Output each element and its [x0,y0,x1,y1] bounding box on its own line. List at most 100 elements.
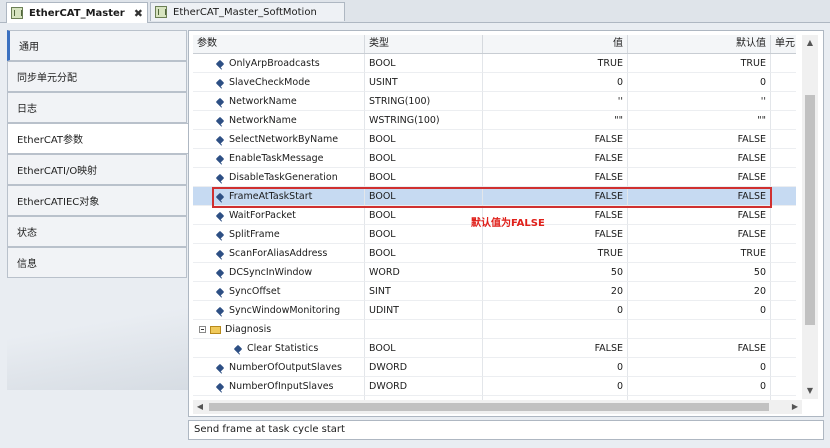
param-value[interactable]: "" [483,111,628,130]
sidebar-item-sync-unit[interactable]: 同步单元分配 [7,61,187,92]
parameter-pin-icon [215,173,225,182]
param-name: SplitFrame [229,229,280,240]
parameter-pin-icon [215,268,225,277]
table-row[interactable]: NumberOfInputSlaves DWORD 0 0 [193,377,796,396]
param-unit [771,358,796,377]
table-row[interactable]: DCSyncInWindow WORD 50 50 [193,263,796,282]
scroll-left-icon[interactable]: ◀ [193,400,207,414]
param-name: EnableTaskMessage [229,153,324,164]
scroll-right-icon[interactable]: ▶ [788,400,802,414]
table-row-group[interactable]: Diagnosis [193,320,796,339]
param-default: 20 [628,282,771,301]
table-row[interactable]: OnlyArpBroadcasts BOOL TRUE TRUE [193,54,796,73]
table-row[interactable]: SyncWindowMonitoring UDINT 0 0 [193,301,796,320]
param-name: SelectNetworkByName [229,134,339,145]
param-type: WSTRING(100) [365,111,483,130]
param-name: DisableTaskGeneration [229,172,338,183]
param-value[interactable]: 20 [483,282,628,301]
param-name: Clear Statistics [247,343,319,354]
param-unit [771,377,796,396]
param-name: WaitForPacket [229,210,296,221]
device-icon [155,6,167,18]
scroll-thumb[interactable] [209,403,769,411]
param-name: SlaveCheckMode [229,77,311,88]
table-row[interactable]: EnableTaskMessage BOOL FALSE FALSE [193,149,796,168]
param-default: FALSE [628,168,771,187]
param-value[interactable]: 0 [483,358,628,377]
scroll-thumb[interactable] [805,95,815,325]
param-type: BOOL [365,225,483,244]
param-name: NetworkName [229,96,297,107]
sidebar-item-info[interactable]: 信息 [7,247,187,278]
sidebar-item-status[interactable]: 状态 [7,216,187,247]
header-type[interactable]: 类型 [365,35,483,53]
table-row[interactable]: ScanForAliasAddress BOOL TRUE TRUE [193,244,796,263]
param-type: BOOL [365,339,483,358]
param-default: FALSE [628,206,771,225]
param-unit [771,54,796,73]
table-row[interactable]: Clear Statistics BOOL FALSE FALSE [193,339,796,358]
param-value[interactable]: TRUE [483,244,628,263]
sidebar-item-ethercat-params[interactable]: EtherCAT参数 [7,123,189,154]
sidebar-item-log[interactable]: 日志 [7,92,187,123]
param-default: FALSE [628,130,771,149]
param-value[interactable]: FALSE [483,130,628,149]
header-param[interactable]: 参数 [193,35,365,53]
param-value[interactable]: 0 [483,377,628,396]
param-name: ScanForAliasAddress [229,248,328,259]
table-row[interactable]: NetworkName WSTRING(100) "" "" [193,111,796,130]
param-value[interactable]: FALSE [483,149,628,168]
param-type: BOOL [365,149,483,168]
parameter-pin-icon [215,363,225,372]
sidebar-item-io-mapping[interactable]: EtherCATI/O映射 [7,154,187,185]
param-type: UDINT [365,301,483,320]
vertical-scrollbar[interactable]: ▲ ▼ [802,35,818,399]
grid-header: 参数 类型 值 默认值 单元 [193,35,796,54]
folder-icon [210,325,221,334]
parameter-pin-icon [215,154,225,163]
param-unit [771,301,796,320]
scroll-down-icon[interactable]: ▼ [802,383,818,399]
sidebar-item-general[interactable]: 通用 [7,30,187,61]
param-value[interactable]: '' [483,92,628,111]
param-value [483,320,628,339]
param-value[interactable]: TRUE [483,54,628,73]
horizontal-scrollbar[interactable]: ◀ ▶ [193,400,802,414]
param-default: 0 [628,358,771,377]
param-unit [771,130,796,149]
param-type [365,320,483,339]
param-default [628,320,771,339]
parameter-pin-icon [215,306,225,315]
param-name: OnlyArpBroadcasts [229,58,320,69]
param-value[interactable]: 0 [483,301,628,320]
table-row[interactable]: NumberOfOutputSlaves DWORD 0 0 [193,358,796,377]
sidebar-item-iec-objects[interactable]: EtherCATIEC对象 [7,185,187,216]
param-default: TRUE [628,244,771,263]
param-value[interactable]: FALSE [483,339,628,358]
parameter-pin-icon [215,211,225,220]
header-unit[interactable]: 单元 [771,35,796,53]
param-default: 50 [628,263,771,282]
param-value[interactable]: 0 [483,73,628,92]
tab-ethercat-master-softmotion[interactable]: EtherCAT_Master_SoftMotion [150,2,345,21]
close-icon[interactable]: ✖ [134,7,143,20]
param-value[interactable]: FALSE [483,168,628,187]
collapse-icon[interactable] [199,326,206,333]
table-row[interactable]: DisableTaskGeneration BOOL FALSE FALSE [193,168,796,187]
param-value[interactable]: 50 [483,263,628,282]
tab-ethercat-master[interactable]: EtherCAT_Master ✖ [6,2,148,23]
table-row[interactable]: NetworkName STRING(100) '' '' [193,92,796,111]
parameter-pin-icon [215,230,225,239]
header-value[interactable]: 值 [483,35,628,53]
param-default: FALSE [628,225,771,244]
table-row[interactable]: SelectNetworkByName BOOL FALSE FALSE [193,130,796,149]
parameter-pin-icon [215,78,225,87]
table-row[interactable]: SlaveCheckMode USINT 0 0 [193,73,796,92]
param-unit [771,73,796,92]
parameter-pin-icon [215,382,225,391]
scroll-up-icon[interactable]: ▲ [802,35,818,51]
table-row[interactable]: SyncOffset SINT 20 20 [193,282,796,301]
header-default[interactable]: 默认值 [628,35,771,53]
param-type: BOOL [365,54,483,73]
parameter-pin-icon [233,344,243,353]
